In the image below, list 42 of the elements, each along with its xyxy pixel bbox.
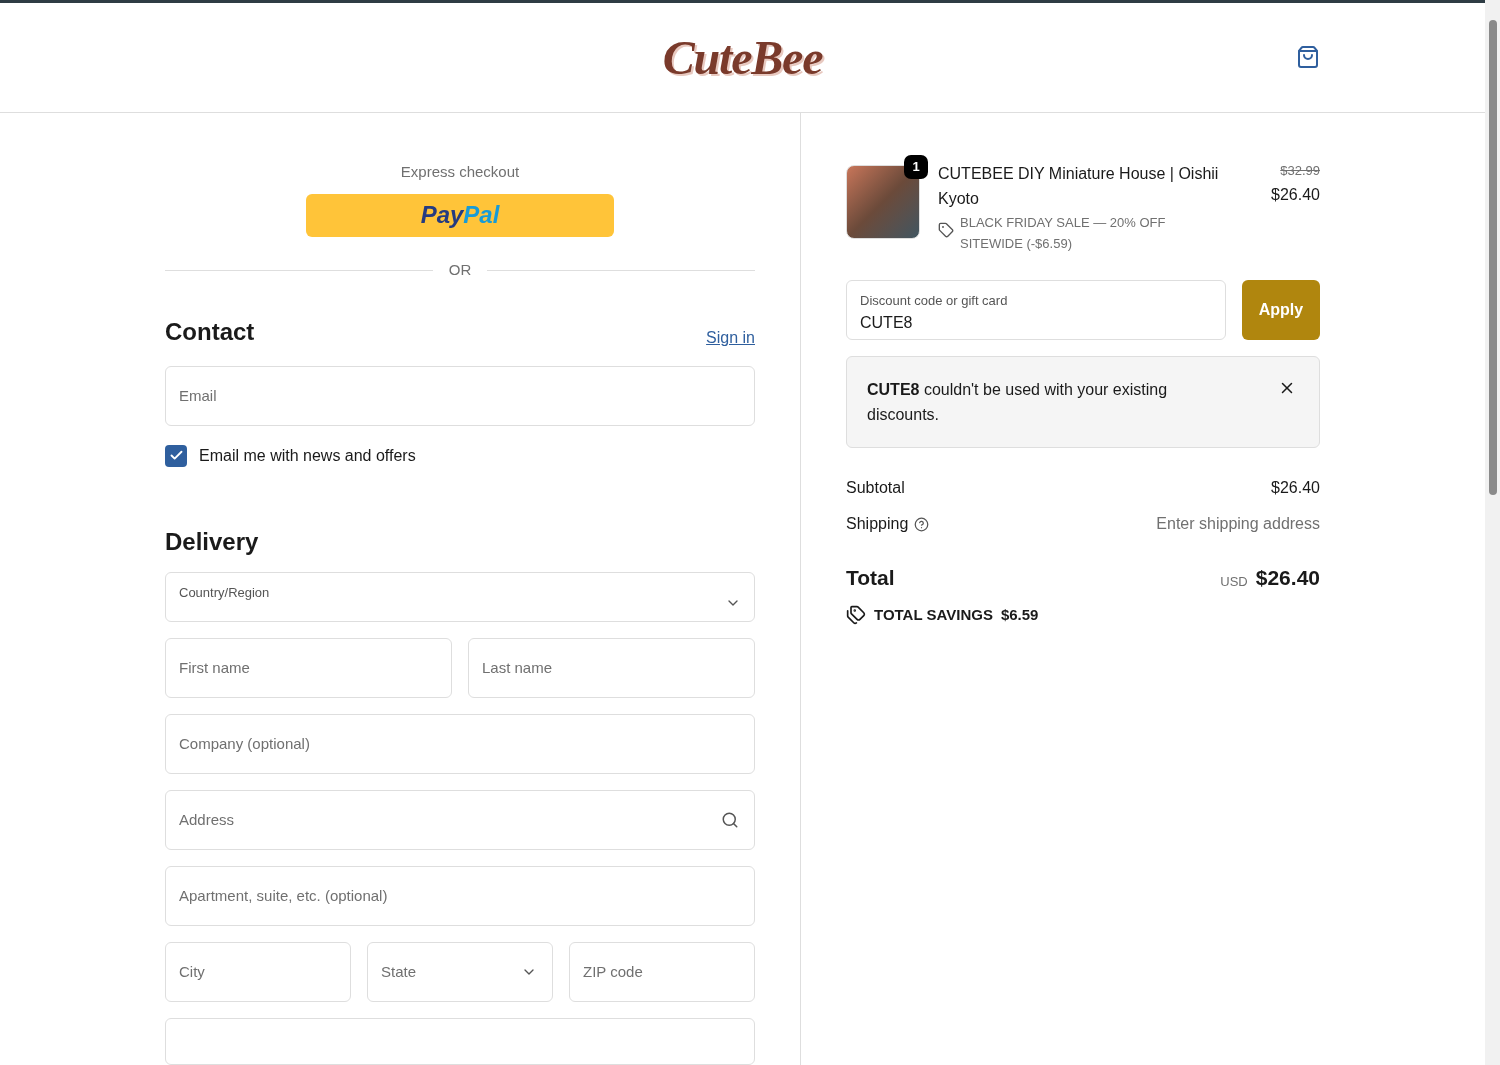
state-select[interactable]: State bbox=[367, 941, 553, 1002]
section-heading: Contact bbox=[165, 316, 255, 347]
section-heading: Delivery bbox=[165, 526, 260, 557]
input-field[interactable] bbox=[165, 1017, 755, 1065]
price: $26.40 bbox=[1271, 184, 1320, 205]
error-message: CUTE8 couldn't be used with your existing discounts. bbox=[867, 380, 1169, 425]
original-price: $32.99 bbox=[1280, 162, 1320, 180]
scrollbar[interactable] bbox=[1485, 0, 1500, 1065]
total-value: $26.40 bbox=[1255, 565, 1320, 591]
summary-label: Shipping bbox=[846, 514, 909, 534]
total-label: Total bbox=[846, 565, 895, 591]
summary-label: Subtotal bbox=[846, 478, 905, 498]
input-field[interactable]: Email bbox=[165, 365, 755, 426]
input-field[interactable]: First name bbox=[165, 637, 452, 698]
summary-value: Enter shipping address bbox=[1156, 514, 1320, 534]
tag-icon bbox=[938, 222, 954, 238]
input-field[interactable]: Last name bbox=[468, 637, 755, 698]
tags-icon bbox=[846, 604, 866, 625]
country-select[interactable]: Country/Region bbox=[165, 571, 755, 622]
sign-in-link[interactable]: Sign in bbox=[706, 325, 755, 350]
divider-label: OR bbox=[448, 260, 472, 281]
discount-label: BLACK FRIDAY SALE — 20% OFF SITEWIDE (-$6.59) bbox=[960, 214, 1167, 253]
summary-value: $26.40 bbox=[1271, 478, 1320, 498]
quantity-badge: 1 bbox=[904, 155, 928, 179]
checkbox-label: Email me with news and offers bbox=[199, 445, 416, 466]
savings-value: $6.59 bbox=[1000, 604, 1039, 625]
input-field[interactable]: ZIP code bbox=[569, 941, 755, 1002]
currency-label: USD bbox=[1220, 573, 1248, 591]
input-field[interactable]: Address bbox=[165, 789, 755, 850]
product-name: CUTEBEE DIY Miniature House | Oishii Kyoto bbox=[938, 164, 1220, 209]
discount-field[interactable]: Discount code or gift card CUTE8 bbox=[846, 280, 1226, 340]
input-field[interactable]: Company (optional) bbox=[165, 713, 755, 774]
input-field[interactable]: City bbox=[165, 941, 351, 1002]
input-field[interactable]: Apartment, suite, etc. (optional) bbox=[165, 865, 755, 926]
search-icon bbox=[721, 810, 739, 829]
savings-label: TOTAL SAVINGS bbox=[874, 604, 993, 625]
paypal-button[interactable]: PayPal bbox=[306, 193, 614, 238]
help-icon[interactable] bbox=[914, 516, 930, 532]
section-title: Express checkout bbox=[399, 162, 521, 182]
shopping-bag-icon[interactable] bbox=[1296, 45, 1320, 69]
logo[interactable]: CuteBee bbox=[662, 21, 823, 94]
checkbox[interactable] bbox=[165, 444, 187, 467]
